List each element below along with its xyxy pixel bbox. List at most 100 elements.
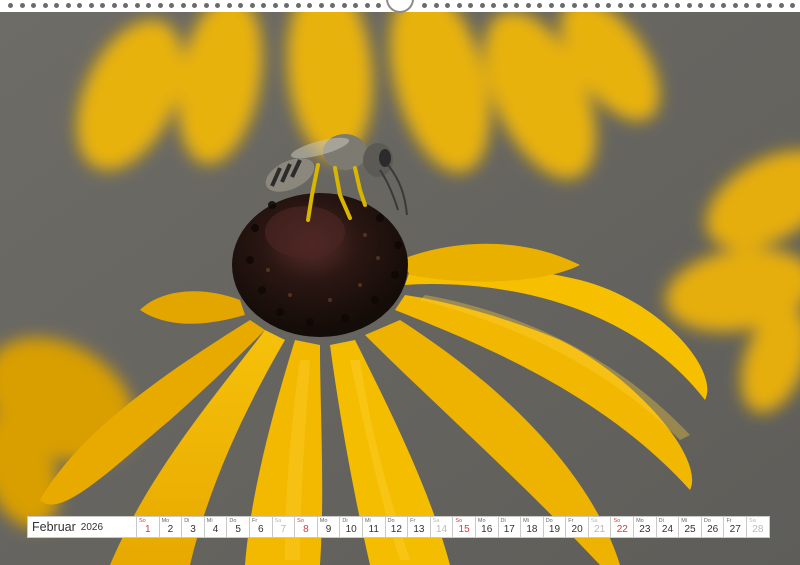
day-cell: So 22 [611,516,635,538]
binding-hole [778,3,784,8]
day-cell: Mo 9 [317,516,341,538]
day-number: 11 [368,524,379,535]
binding-hole [341,3,347,8]
month-name: Februar [32,520,76,534]
binding-hole [284,3,289,8]
day-cell: Mi 4 [204,516,228,538]
day-number: 23 [639,524,651,535]
binding-hole [134,3,140,8]
day-number: 17 [503,524,515,535]
binding-hole [180,3,186,8]
day-number: 21 [594,524,606,535]
day-cell: Do 19 [543,516,567,538]
binding-hole [295,3,301,8]
binding-hole [468,3,473,8]
binding-hole [525,3,531,8]
binding-hole [42,3,48,8]
binding-hole [19,3,25,8]
day-cell: Do 26 [701,516,725,538]
day-cell: Di 24 [656,516,680,538]
binding-hole [663,3,669,8]
binding-hole [502,3,508,8]
day-number: 2 [167,524,174,535]
day-number: 10 [345,524,357,535]
binding-hole [790,3,795,8]
day-cell: So 1 [137,516,160,538]
day-cell: So 8 [295,516,318,538]
binding-hole [617,3,623,8]
day-cell: Di 10 [340,516,363,538]
calendar-page: Februar 2026 So 1 Mo 2 Di 3 Mi 4 Do 5 Fr 6 Sa 7 So 8 Mo 9… [0,0,800,565]
binding-hole [456,3,462,8]
binding-hole [652,3,657,8]
binding-hole [548,3,554,8]
day-number: 26 [707,524,719,535]
day-number: 12 [390,524,402,535]
binding-hole [686,3,692,8]
binding-hole [721,3,726,8]
day-number: 20 [571,524,583,535]
day-cell: Mo 23 [634,516,657,538]
binding-hole [583,3,588,8]
day-number: 13 [413,524,425,535]
day-number: 22 [616,524,628,535]
day-number: 24 [661,524,674,535]
day-number: 1 [145,524,151,535]
binding-hole [54,3,59,8]
day-number: 15 [458,524,470,535]
day-cell: Fr 27 [724,516,748,538]
month-label: Februar 2026 [27,516,137,538]
binding-hole [491,3,496,8]
day-number: 5 [235,524,241,535]
binding-hole [330,3,335,8]
flower-cone [232,193,408,337]
binding-hole [249,3,255,8]
day-cell: Fr 13 [408,516,431,538]
binding-hole [640,3,646,8]
day-cell: Sa 21 [588,516,612,538]
day-number: 16 [481,524,493,535]
binding-hole [629,3,634,8]
binding-hole [318,3,324,8]
binding-hole [675,3,680,8]
binding-hole [203,3,209,8]
binding-hole [100,3,105,8]
binding-hole [77,3,82,8]
binding-hole [606,3,611,8]
binding-hole [755,3,761,8]
binding-hole [364,3,370,8]
binding-hole [709,3,715,8]
binding-hole [123,3,128,8]
day-number: 7 [280,524,287,535]
binding-hole [376,3,381,8]
day-cell: Di 17 [498,516,522,538]
binding-hole [744,3,749,8]
calendar-strip: Februar 2026 So 1 Mo 2 Di 3 Mi 4 Do 5 Fr 6 Sa 7 So 8 Mo 9… [27,516,770,538]
day-number: 8 [303,524,309,535]
binding-hole [514,3,519,8]
day-cell: So 15 [453,516,476,538]
binding-hole [698,3,703,8]
binding-hole [65,3,71,8]
binding-hole [732,3,738,8]
day-cell: Mi 18 [521,516,544,538]
day-number: 27 [729,524,741,535]
day-number: 18 [526,524,538,535]
month-year: 2026 [80,521,104,533]
binding-hole [215,3,220,8]
day-number: 3 [190,524,196,535]
day-cell: Sa 14 [430,516,454,538]
day-cell: Sa 28 [747,516,770,538]
binding-hole [111,3,117,8]
binding-hole [31,3,36,8]
binding-hole [8,3,13,8]
day-cell: Mi 25 [679,516,702,538]
day-cells: So 1 Mo 2 Di 3 Mi 4 Do 5 Fr 6 Sa 7 So 8 Mo 9 Di 10 Mi 11 Do 12 F… [137,516,770,538]
binding-hole [307,3,312,8]
day-number: 4 [212,524,219,535]
binding-hole [767,3,772,8]
day-cell: Fr 6 [249,516,273,538]
binding-hole [157,3,163,8]
binding-hole [238,3,243,8]
day-number: 19 [548,524,561,535]
